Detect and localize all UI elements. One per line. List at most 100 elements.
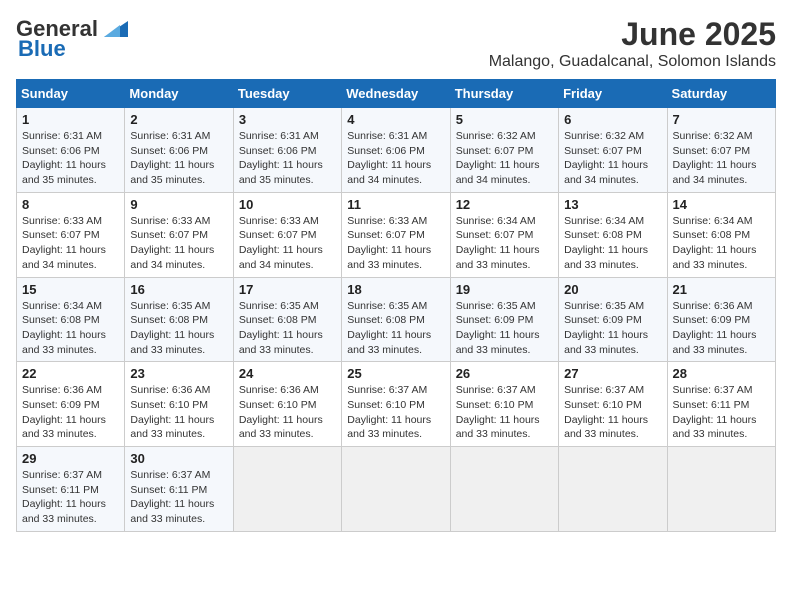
calendar-cell bbox=[450, 447, 558, 532]
logo-blue: Blue bbox=[18, 36, 66, 62]
day-info: Sunrise: 6:37 AMSunset: 6:11 PMDaylight:… bbox=[130, 468, 227, 527]
calendar-cell: 30 Sunrise: 6:37 AMSunset: 6:11 PMDayligh… bbox=[125, 447, 233, 532]
day-number: 28 bbox=[673, 366, 770, 381]
day-number: 19 bbox=[456, 282, 553, 297]
logo: General Blue bbox=[16, 16, 128, 62]
logo-icon bbox=[100, 19, 128, 39]
calendar-cell: 12 Sunrise: 6:34 AMSunset: 6:07 PMDayligh… bbox=[450, 192, 558, 277]
day-info: Sunrise: 6:33 AMSunset: 6:07 PMDaylight:… bbox=[130, 214, 227, 273]
calendar-cell: 21 Sunrise: 6:36 AMSunset: 6:09 PMDayligh… bbox=[667, 277, 775, 362]
title-area: June 2025 Malango, Guadalcanal, Solomon … bbox=[489, 16, 776, 71]
calendar-cell: 28 Sunrise: 6:37 AMSunset: 6:11 PMDayligh… bbox=[667, 362, 775, 447]
calendar: SundayMondayTuesdayWednesdayThursdayFrid… bbox=[16, 79, 776, 532]
day-number: 1 bbox=[22, 112, 119, 127]
day-header-sunday: Sunday bbox=[17, 80, 125, 108]
day-info: Sunrise: 6:35 AMSunset: 6:09 PMDaylight:… bbox=[564, 299, 661, 358]
day-number: 13 bbox=[564, 197, 661, 212]
day-info: Sunrise: 6:37 AMSunset: 6:10 PMDaylight:… bbox=[564, 383, 661, 442]
calendar-cell: 16Sunrise: 6:35 AMSunset: 6:08 PMDayligh… bbox=[125, 277, 233, 362]
day-number: 22 bbox=[22, 366, 119, 381]
calendar-cell: 26 Sunrise: 6:37 AMSunset: 6:10 PMDayligh… bbox=[450, 362, 558, 447]
day-info: Sunrise: 6:32 AMSunset: 6:07 PMDaylight:… bbox=[564, 129, 661, 188]
location-title: Malango, Guadalcanal, Solomon Islands bbox=[489, 53, 776, 71]
calendar-cell: 29 Sunrise: 6:37 AMSunset: 6:11 PMDayligh… bbox=[17, 447, 125, 532]
day-number: 26 bbox=[456, 366, 553, 381]
day-number: 17 bbox=[239, 282, 336, 297]
calendar-cell: 18 Sunrise: 6:35 AMSunset: 6:08 PMDayligh… bbox=[342, 277, 450, 362]
calendar-cell: 22Sunrise: 6:36 AMSunset: 6:09 PMDayligh… bbox=[17, 362, 125, 447]
calendar-cell: 17 Sunrise: 6:35 AMSunset: 6:08 PMDayligh… bbox=[233, 277, 341, 362]
calendar-cell: 10 Sunrise: 6:33 AMSunset: 6:07 PMDayligh… bbox=[233, 192, 341, 277]
day-number: 6 bbox=[564, 112, 661, 127]
day-number: 12 bbox=[456, 197, 553, 212]
calendar-cell: 6 Sunrise: 6:32 AMSunset: 6:07 PMDaylight… bbox=[559, 108, 667, 193]
day-info: Sunrise: 6:33 AMSunset: 6:07 PMDaylight:… bbox=[347, 214, 444, 273]
header: General Blue June 2025 Malango, Guadalca… bbox=[16, 16, 776, 71]
calendar-cell: 25Sunrise: 6:37 AMSunset: 6:10 PMDayligh… bbox=[342, 362, 450, 447]
day-header-wednesday: Wednesday bbox=[342, 80, 450, 108]
day-info: Sunrise: 6:33 AMSunset: 6:07 PMDaylight:… bbox=[22, 214, 119, 273]
day-number: 14 bbox=[673, 197, 770, 212]
day-number: 2 bbox=[130, 112, 227, 127]
day-number: 21 bbox=[673, 282, 770, 297]
day-info: Sunrise: 6:37 AMSunset: 6:10 PMDaylight:… bbox=[456, 383, 553, 442]
day-number: 27 bbox=[564, 366, 661, 381]
day-info: Sunrise: 6:35 AMSunset: 6:09 PMDaylight:… bbox=[456, 299, 553, 358]
day-info: Sunrise: 6:37 AMSunset: 6:11 PMDaylight:… bbox=[22, 468, 119, 527]
calendar-cell: 15 Sunrise: 6:34 AMSunset: 6:08 PMDayligh… bbox=[17, 277, 125, 362]
day-info: Sunrise: 6:35 AMSunset: 6:08 PMDaylight:… bbox=[347, 299, 444, 358]
day-number: 11 bbox=[347, 197, 444, 212]
calendar-cell: 19 Sunrise: 6:35 AMSunset: 6:09 PMDayligh… bbox=[450, 277, 558, 362]
calendar-week-1: 1 Sunrise: 6:31 AMSunset: 6:06 PMDaylight… bbox=[17, 108, 776, 193]
day-header-monday: Monday bbox=[125, 80, 233, 108]
day-number: 18 bbox=[347, 282, 444, 297]
day-number: 10 bbox=[239, 197, 336, 212]
calendar-cell: 2 Sunrise: 6:31 AMSunset: 6:06 PMDaylight… bbox=[125, 108, 233, 193]
calendar-cell: 14 Sunrise: 6:34 AMSunset: 6:08 PMDayligh… bbox=[667, 192, 775, 277]
calendar-cell: 4Sunrise: 6:31 AMSunset: 6:06 PMDaylight… bbox=[342, 108, 450, 193]
day-info: Sunrise: 6:34 AMSunset: 6:08 PMDaylight:… bbox=[564, 214, 661, 273]
day-info: Sunrise: 6:35 AMSunset: 6:08 PMDaylight:… bbox=[239, 299, 336, 358]
calendar-week-4: 22Sunrise: 6:36 AMSunset: 6:09 PMDayligh… bbox=[17, 362, 776, 447]
day-info: Sunrise: 6:37 AMSunset: 6:11 PMDaylight:… bbox=[673, 383, 770, 442]
day-header-friday: Friday bbox=[559, 80, 667, 108]
calendar-cell: 23Sunrise: 6:36 AMSunset: 6:10 PMDayligh… bbox=[125, 362, 233, 447]
day-info: Sunrise: 6:31 AMSunset: 6:06 PMDaylight:… bbox=[22, 129, 119, 188]
calendar-cell: 13 Sunrise: 6:34 AMSunset: 6:08 PMDayligh… bbox=[559, 192, 667, 277]
calendar-cell: 20Sunrise: 6:35 AMSunset: 6:09 PMDayligh… bbox=[559, 277, 667, 362]
calendar-cell: 9Sunrise: 6:33 AMSunset: 6:07 PMDaylight… bbox=[125, 192, 233, 277]
day-info: Sunrise: 6:31 AMSunset: 6:06 PMDaylight:… bbox=[239, 129, 336, 188]
day-info: Sunrise: 6:34 AMSunset: 6:08 PMDaylight:… bbox=[22, 299, 119, 358]
day-info: Sunrise: 6:35 AMSunset: 6:08 PMDaylight:… bbox=[130, 299, 227, 358]
calendar-week-2: 8 Sunrise: 6:33 AMSunset: 6:07 PMDaylight… bbox=[17, 192, 776, 277]
day-number: 15 bbox=[22, 282, 119, 297]
calendar-cell: 11 Sunrise: 6:33 AMSunset: 6:07 PMDayligh… bbox=[342, 192, 450, 277]
day-header-thursday: Thursday bbox=[450, 80, 558, 108]
calendar-cell bbox=[667, 447, 775, 532]
day-info: Sunrise: 6:36 AMSunset: 6:09 PMDaylight:… bbox=[673, 299, 770, 358]
calendar-cell bbox=[342, 447, 450, 532]
day-number: 24 bbox=[239, 366, 336, 381]
calendar-cell: 24 Sunrise: 6:36 AMSunset: 6:10 PMDayligh… bbox=[233, 362, 341, 447]
day-number: 30 bbox=[130, 451, 227, 466]
day-info: Sunrise: 6:33 AMSunset: 6:07 PMDaylight:… bbox=[239, 214, 336, 273]
calendar-cell: 3 Sunrise: 6:31 AMSunset: 6:06 PMDaylight… bbox=[233, 108, 341, 193]
day-info: Sunrise: 6:34 AMSunset: 6:07 PMDaylight:… bbox=[456, 214, 553, 273]
calendar-cell: 8 Sunrise: 6:33 AMSunset: 6:07 PMDaylight… bbox=[17, 192, 125, 277]
day-number: 3 bbox=[239, 112, 336, 127]
calendar-header: SundayMondayTuesdayWednesdayThursdayFrid… bbox=[17, 80, 776, 108]
day-number: 7 bbox=[673, 112, 770, 127]
calendar-cell: 1 Sunrise: 6:31 AMSunset: 6:06 PMDaylight… bbox=[17, 108, 125, 193]
day-info: Sunrise: 6:31 AMSunset: 6:06 PMDaylight:… bbox=[130, 129, 227, 188]
day-number: 23 bbox=[130, 366, 227, 381]
day-number: 29 bbox=[22, 451, 119, 466]
month-title: June 2025 bbox=[489, 16, 776, 53]
calendar-cell: 27 Sunrise: 6:37 AMSunset: 6:10 PMDayligh… bbox=[559, 362, 667, 447]
day-info: Sunrise: 6:36 AMSunset: 6:10 PMDaylight:… bbox=[239, 383, 336, 442]
day-info: Sunrise: 6:32 AMSunset: 6:07 PMDaylight:… bbox=[456, 129, 553, 188]
day-header-tuesday: Tuesday bbox=[233, 80, 341, 108]
day-info: Sunrise: 6:37 AMSunset: 6:10 PMDaylight:… bbox=[347, 383, 444, 442]
day-info: Sunrise: 6:34 AMSunset: 6:08 PMDaylight:… bbox=[673, 214, 770, 273]
day-number: 8 bbox=[22, 197, 119, 212]
calendar-week-5: 29 Sunrise: 6:37 AMSunset: 6:11 PMDayligh… bbox=[17, 447, 776, 532]
